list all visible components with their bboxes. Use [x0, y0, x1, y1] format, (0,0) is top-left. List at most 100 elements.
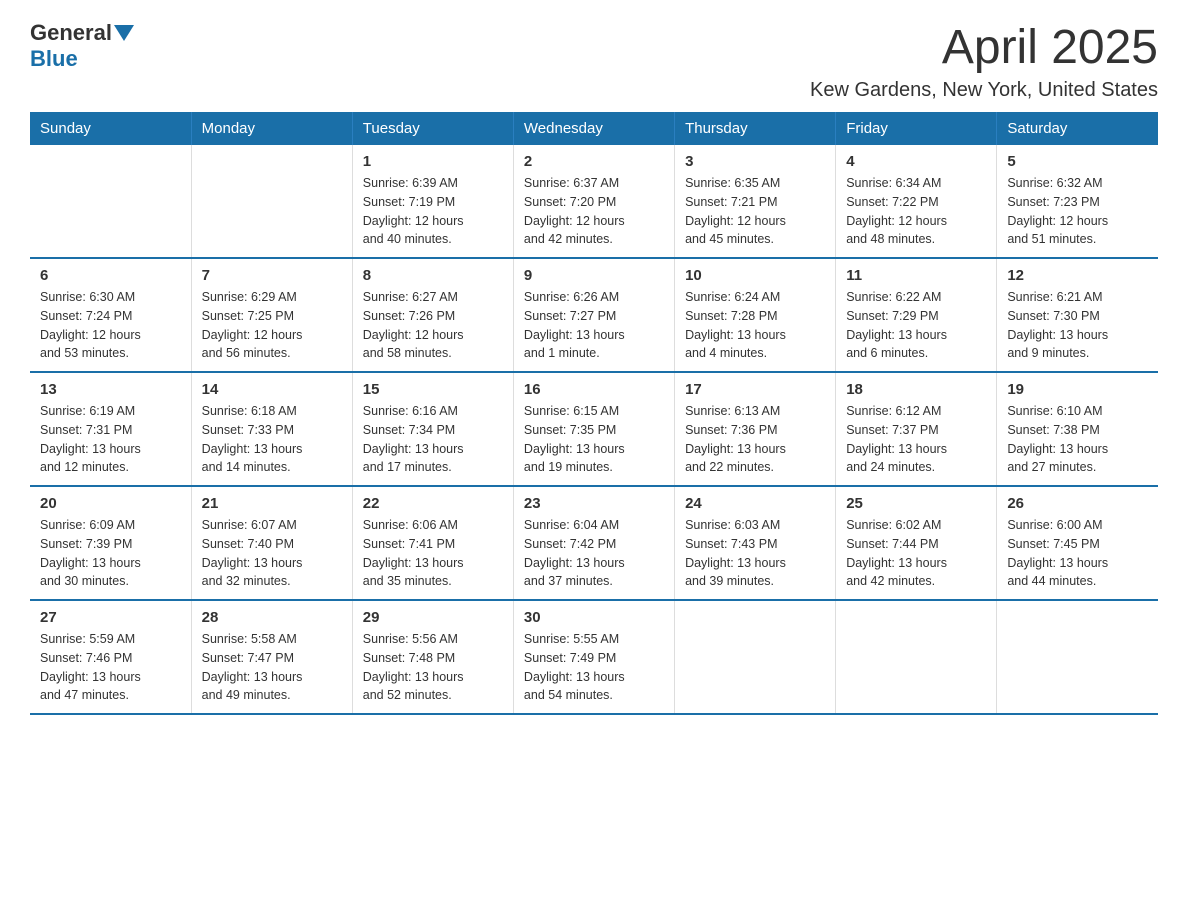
calendar-week-row: 20Sunrise: 6:09 AM Sunset: 7:39 PM Dayli…: [30, 486, 1158, 600]
calendar-table: SundayMondayTuesdayWednesdayThursdayFrid…: [30, 112, 1158, 715]
day-info: Sunrise: 6:06 AM Sunset: 7:41 PM Dayligh…: [363, 516, 503, 591]
day-number: 5: [1007, 153, 1148, 170]
day-info: Sunrise: 5:56 AM Sunset: 7:48 PM Dayligh…: [363, 630, 503, 705]
calendar-cell: [191, 145, 352, 258]
calendar-cell: 11 Sunrise: 6:22 AM Sunset: 7:29 PM Dayli…: [836, 258, 997, 372]
day-number: 30: [524, 609, 664, 626]
day-info: Sunrise: 6:03 AM Sunset: 7:43 PM Dayligh…: [685, 516, 825, 591]
day-info: Sunrise: 6:07 AM Sunset: 7:40 PM Dayligh…: [202, 516, 342, 591]
header-day-wednesday: Wednesday: [513, 112, 674, 145]
calendar-cell: 2 Sunrise: 6:37 AM Sunset: 7:20 PM Daylig…: [513, 145, 674, 258]
day-info: Sunrise: 6:32 AM Sunset: 7:23 PM Dayligh…: [1007, 174, 1148, 249]
day-info: Sunrise: 6:12 AM Sunset: 7:37 PM Dayligh…: [846, 402, 986, 477]
calendar-cell: 28 Sunrise: 5:58 AM Sunset: 7:47 PM Dayli…: [191, 600, 352, 714]
day-info: Sunrise: 6:18 AM Sunset: 7:33 PM Dayligh…: [202, 402, 342, 477]
day-info: Sunrise: 5:58 AM Sunset: 7:47 PM Dayligh…: [202, 630, 342, 705]
calendar-cell: 20Sunrise: 6:09 AM Sunset: 7:39 PM Dayli…: [30, 486, 191, 600]
day-info: Sunrise: 6:00 AM Sunset: 7:45 PM Dayligh…: [1007, 516, 1148, 591]
calendar-cell: [997, 600, 1158, 714]
calendar-cell: 1 Sunrise: 6:39 AM Sunset: 7:19 PM Daylig…: [352, 145, 513, 258]
day-info: Sunrise: 6:34 AM Sunset: 7:22 PM Dayligh…: [846, 174, 986, 249]
header-day-sunday: Sunday: [30, 112, 191, 145]
day-number: 14: [202, 381, 342, 398]
day-number: 2: [524, 153, 664, 170]
day-number: 24: [685, 495, 825, 512]
calendar-cell: 14 Sunrise: 6:18 AM Sunset: 7:33 PM Dayli…: [191, 372, 352, 486]
day-info: Sunrise: 6:27 AM Sunset: 7:26 PM Dayligh…: [363, 288, 503, 363]
day-number: 25: [846, 495, 986, 512]
day-number: 17: [685, 381, 825, 398]
day-number: 26: [1007, 495, 1148, 512]
day-info: Sunrise: 6:10 AM Sunset: 7:38 PM Dayligh…: [1007, 402, 1148, 477]
calendar-cell: [30, 145, 191, 258]
day-number: 20: [40, 495, 181, 512]
day-info: Sunrise: 6:35 AM Sunset: 7:21 PM Dayligh…: [685, 174, 825, 249]
day-number: 13: [40, 381, 181, 398]
day-number: 7: [202, 267, 342, 284]
day-info: Sunrise: 6:19 AM Sunset: 7:31 PM Dayligh…: [40, 402, 181, 477]
calendar-cell: 6Sunrise: 6:30 AM Sunset: 7:24 PM Daylig…: [30, 258, 191, 372]
day-info: Sunrise: 6:22 AM Sunset: 7:29 PM Dayligh…: [846, 288, 986, 363]
day-number: 28: [202, 609, 342, 626]
title-area: April 2025 Kew Gardens, New York, United…: [810, 20, 1158, 102]
location-title: Kew Gardens, New York, United States: [810, 79, 1158, 102]
calendar-week-row: 1 Sunrise: 6:39 AM Sunset: 7:19 PM Daylig…: [30, 145, 1158, 258]
calendar-cell: 13 Sunrise: 6:19 AM Sunset: 7:31 PM Dayli…: [30, 372, 191, 486]
calendar-week-row: 27 Sunrise: 5:59 AM Sunset: 7:46 PM Dayli…: [30, 600, 1158, 714]
calendar-cell: 3 Sunrise: 6:35 AM Sunset: 7:21 PM Daylig…: [675, 145, 836, 258]
day-info: Sunrise: 6:04 AM Sunset: 7:42 PM Dayligh…: [524, 516, 664, 591]
day-info: Sunrise: 5:59 AM Sunset: 7:46 PM Dayligh…: [40, 630, 181, 705]
calendar-cell: [675, 600, 836, 714]
day-number: 18: [846, 381, 986, 398]
day-info: Sunrise: 6:30 AM Sunset: 7:24 PM Dayligh…: [40, 288, 181, 363]
calendar-cell: 30Sunrise: 5:55 AM Sunset: 7:49 PM Dayli…: [513, 600, 674, 714]
day-info: Sunrise: 6:39 AM Sunset: 7:19 PM Dayligh…: [363, 174, 503, 249]
header-day-monday: Monday: [191, 112, 352, 145]
calendar-cell: 25 Sunrise: 6:02 AM Sunset: 7:44 PM Dayli…: [836, 486, 997, 600]
day-info: Sunrise: 6:13 AM Sunset: 7:36 PM Dayligh…: [685, 402, 825, 477]
day-number: 23: [524, 495, 664, 512]
day-number: 27: [40, 609, 181, 626]
calendar-cell: 27 Sunrise: 5:59 AM Sunset: 7:46 PM Dayli…: [30, 600, 191, 714]
day-number: 8: [363, 267, 503, 284]
header-day-thursday: Thursday: [675, 112, 836, 145]
logo: General Blue: [30, 20, 136, 72]
header-day-tuesday: Tuesday: [352, 112, 513, 145]
month-title: April 2025: [810, 20, 1158, 75]
calendar-cell: 12 Sunrise: 6:21 AM Sunset: 7:30 PM Dayli…: [997, 258, 1158, 372]
day-number: 10: [685, 267, 825, 284]
day-number: 4: [846, 153, 986, 170]
day-number: 12: [1007, 267, 1148, 284]
header-day-saturday: Saturday: [997, 112, 1158, 145]
day-number: 29: [363, 609, 503, 626]
day-number: 1: [363, 153, 503, 170]
day-info: Sunrise: 6:21 AM Sunset: 7:30 PM Dayligh…: [1007, 288, 1148, 363]
day-info: Sunrise: 6:02 AM Sunset: 7:44 PM Dayligh…: [846, 516, 986, 591]
calendar-cell: 8 Sunrise: 6:27 AM Sunset: 7:26 PM Daylig…: [352, 258, 513, 372]
day-info: Sunrise: 6:15 AM Sunset: 7:35 PM Dayligh…: [524, 402, 664, 477]
calendar-cell: 26 Sunrise: 6:00 AM Sunset: 7:45 PM Dayli…: [997, 486, 1158, 600]
calendar-cell: 7 Sunrise: 6:29 AM Sunset: 7:25 PM Daylig…: [191, 258, 352, 372]
day-number: 9: [524, 267, 664, 284]
calendar-cell: 10 Sunrise: 6:24 AM Sunset: 7:28 PM Dayli…: [675, 258, 836, 372]
day-info: Sunrise: 6:26 AM Sunset: 7:27 PM Dayligh…: [524, 288, 664, 363]
day-info: Sunrise: 6:29 AM Sunset: 7:25 PM Dayligh…: [202, 288, 342, 363]
calendar-cell: 16Sunrise: 6:15 AM Sunset: 7:35 PM Dayli…: [513, 372, 674, 486]
calendar-cell: 22 Sunrise: 6:06 AM Sunset: 7:41 PM Dayli…: [352, 486, 513, 600]
page-header: General Blue April 2025 Kew Gardens, New…: [30, 20, 1158, 102]
calendar-cell: 9 Sunrise: 6:26 AM Sunset: 7:27 PM Daylig…: [513, 258, 674, 372]
day-number: 22: [363, 495, 503, 512]
calendar-cell: [836, 600, 997, 714]
day-number: 3: [685, 153, 825, 170]
calendar-cell: 15Sunrise: 6:16 AM Sunset: 7:34 PM Dayli…: [352, 372, 513, 486]
calendar-cell: 18 Sunrise: 6:12 AM Sunset: 7:37 PM Dayli…: [836, 372, 997, 486]
calendar-header-row: SundayMondayTuesdayWednesdayThursdayFrid…: [30, 112, 1158, 145]
logo-blue-text: Blue: [30, 46, 78, 72]
day-number: 11: [846, 267, 986, 284]
calendar-week-row: 13 Sunrise: 6:19 AM Sunset: 7:31 PM Dayli…: [30, 372, 1158, 486]
day-info: Sunrise: 6:37 AM Sunset: 7:20 PM Dayligh…: [524, 174, 664, 249]
day-info: Sunrise: 6:24 AM Sunset: 7:28 PM Dayligh…: [685, 288, 825, 363]
logo-triangle-icon: [114, 25, 134, 41]
day-number: 19: [1007, 381, 1148, 398]
calendar-cell: 24 Sunrise: 6:03 AM Sunset: 7:43 PM Dayli…: [675, 486, 836, 600]
